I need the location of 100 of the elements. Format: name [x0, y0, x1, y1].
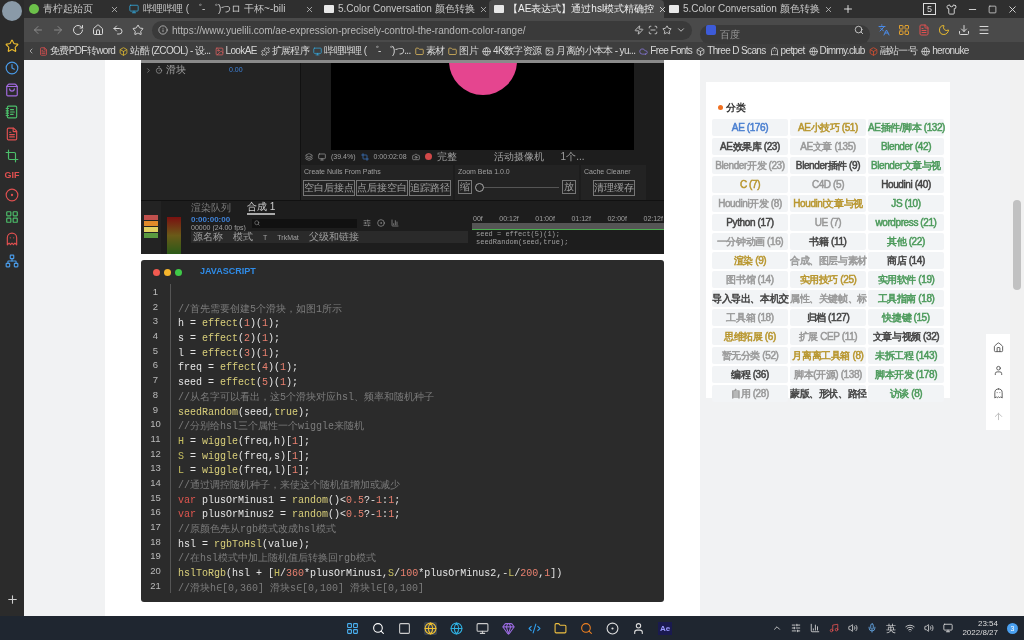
- category-tag[interactable]: AE效果库 (23): [712, 138, 788, 155]
- task-view-icon[interactable]: [398, 621, 411, 635]
- category-tag[interactable]: 工具箱 (18): [712, 309, 788, 326]
- close-icon[interactable]: [1007, 3, 1018, 15]
- star-icon[interactable]: [5, 39, 19, 53]
- graph-icon[interactable]: [390, 219, 399, 227]
- avatar[interactable]: [2, 1, 22, 21]
- add-icon[interactable]: [5, 593, 19, 606]
- category-tag[interactable]: 蒙版、形状、路径: [790, 385, 866, 402]
- close-icon[interactable]: [110, 4, 119, 14]
- category-tag[interactable]: AE小技巧 (51): [790, 119, 866, 136]
- star-icon[interactable]: [662, 25, 672, 35]
- category-tag[interactable]: JS (10): [868, 195, 944, 212]
- settings-icon[interactable]: [791, 623, 802, 633]
- category-tag[interactable]: wordpress (21): [868, 214, 944, 231]
- category-tag[interactable]: 自用 (28): [712, 385, 788, 402]
- camera-icon[interactable]: [411, 152, 420, 161]
- category-tag[interactable]: 思维拓展 (6): [712, 328, 788, 345]
- views-dropdown[interactable]: 1个...: [560, 151, 585, 162]
- category-tag[interactable]: Python (17): [712, 214, 788, 231]
- edge-icon[interactable]: [450, 621, 463, 635]
- clock-icon[interactable]: [5, 61, 19, 75]
- home-icon[interactable]: [992, 342, 1004, 353]
- panel-button[interactable]: 空白后接点: [303, 180, 355, 197]
- category-tag[interactable]: 导入导出、本机交: [712, 290, 788, 307]
- category-tag[interactable]: Blender (42): [868, 138, 944, 155]
- category-tag[interactable]: 商店 (14): [868, 252, 944, 269]
- bookmark[interactable]: 图片: [448, 46, 479, 56]
- chevron-icon[interactable]: [772, 623, 783, 633]
- category-tag[interactable]: 脚本(开源) (138): [790, 366, 866, 383]
- apps-icon[interactable]: [898, 24, 910, 36]
- start-icon[interactable]: [346, 621, 359, 635]
- category-tag[interactable]: 扩展 CEP (11): [790, 328, 866, 345]
- wifi-icon[interactable]: [905, 623, 916, 633]
- camera-dropdown[interactable]: 活动摄像机: [493, 151, 556, 162]
- skin-icon[interactable]: [946, 3, 957, 15]
- tool-icon[interactable]: [362, 219, 371, 227]
- gif-icon[interactable]: GIF: [4, 171, 20, 180]
- category-tag[interactable]: Blender开发 (23): [712, 157, 788, 174]
- bag-icon[interactable]: [5, 83, 19, 97]
- close-icon[interactable]: [823, 4, 833, 14]
- speaker-icon[interactable]: [848, 623, 859, 633]
- bookmark[interactable]: 哔哩哔哩 ( ゜- ゜)つ...: [313, 46, 411, 56]
- scrollbar-thumb[interactable]: [1013, 200, 1021, 290]
- category-tag[interactable]: Houdini开发 (8): [712, 195, 788, 212]
- ae-app-icon[interactable]: Ae: [658, 621, 672, 635]
- panel-button[interactable]: 点后接空白: [356, 180, 408, 197]
- bookmark[interactable]: 素材: [414, 46, 445, 56]
- crop-icon[interactable]: [5, 149, 19, 163]
- bookmark[interactable]: heronuke: [921, 46, 969, 56]
- close-icon[interactable]: [658, 4, 668, 14]
- search-icon[interactable]: [854, 25, 864, 35]
- category-tag[interactable]: 实用软件 (19): [868, 271, 944, 288]
- category-tag[interactable]: 文章与视频 (32): [868, 328, 944, 345]
- notebook-icon[interactable]: [5, 105, 19, 119]
- volume-icon[interactable]: [924, 623, 935, 633]
- search-icon[interactable]: [372, 621, 385, 635]
- current-time[interactable]: 0:00:00:00: [191, 215, 246, 224]
- bookmark[interactable]: 月离的小本本 - yu...: [545, 46, 636, 56]
- category-tag[interactable]: 实用技巧 (25): [790, 271, 866, 288]
- record-icon[interactable]: [5, 188, 19, 202]
- category-tag[interactable]: 脚本开发 (178): [868, 366, 944, 383]
- clock[interactable]: 23:54 2022/8/27: [962, 619, 998, 637]
- input-method[interactable]: 英: [886, 620, 897, 636]
- browser-icon[interactable]: [424, 621, 437, 635]
- folder-icon[interactable]: [554, 621, 567, 635]
- browser-tab[interactable]: 哔哩哔哩 ( ゜- ゜)つロ 干杯~-bili: [124, 0, 319, 18]
- browser-tab[interactable]: 5.Color Conversation 颜色转换: [319, 0, 489, 18]
- close-icon[interactable]: [305, 4, 314, 14]
- category-tag[interactable]: 未拆工程 (143): [868, 347, 944, 364]
- display-icon[interactable]: [943, 623, 954, 633]
- menu-icon[interactable]: [978, 24, 990, 36]
- chevron-icon[interactable]: [27, 47, 35, 55]
- browser-tab[interactable]: 青柠起始页: [24, 0, 124, 18]
- zoom-out-button[interactable]: 缩: [458, 180, 472, 195]
- bookmark[interactable]: petpet: [769, 46, 805, 56]
- avatar-icon[interactable]: [632, 621, 645, 635]
- category-tag[interactable]: AE (176): [712, 119, 788, 136]
- bookmark[interactable]: LookAE: [214, 46, 257, 56]
- category-tag[interactable]: AE文章 (135): [790, 138, 866, 155]
- bookmark[interactable]: Dimmy.club: [808, 46, 865, 56]
- ghost-icon[interactable]: [5, 232, 19, 246]
- panel-tab[interactable]: 渲染队列: [191, 202, 231, 214]
- category-tag[interactable]: 一分钟动画 (16): [712, 233, 788, 250]
- category-tag[interactable]: 归档 (127): [790, 309, 866, 326]
- tool-icon[interactable]: [376, 219, 385, 227]
- bookmark[interactable]: 站酷 (ZCOOL) - 设...: [119, 46, 211, 56]
- panel-tab[interactable]: 合成 1: [247, 201, 276, 215]
- meter-icon[interactable]: [810, 623, 821, 633]
- bookmark[interactable]: Free Fonts: [639, 46, 693, 56]
- moon-icon[interactable]: [938, 24, 950, 36]
- bookmark[interactable]: 免费PDF转word: [39, 46, 116, 56]
- grid-icon[interactable]: [5, 210, 19, 224]
- layers-icon[interactable]: [305, 152, 313, 161]
- maximize-icon[interactable]: [988, 4, 997, 14]
- category-tag[interactable]: AE插件/脚本 (132): [868, 119, 944, 136]
- reload-icon[interactable]: [72, 24, 84, 36]
- category-tag[interactable]: 图书馆 (14): [712, 271, 788, 288]
- panel-button[interactable]: 追踪路径: [409, 180, 451, 197]
- gem-icon[interactable]: [502, 621, 515, 635]
